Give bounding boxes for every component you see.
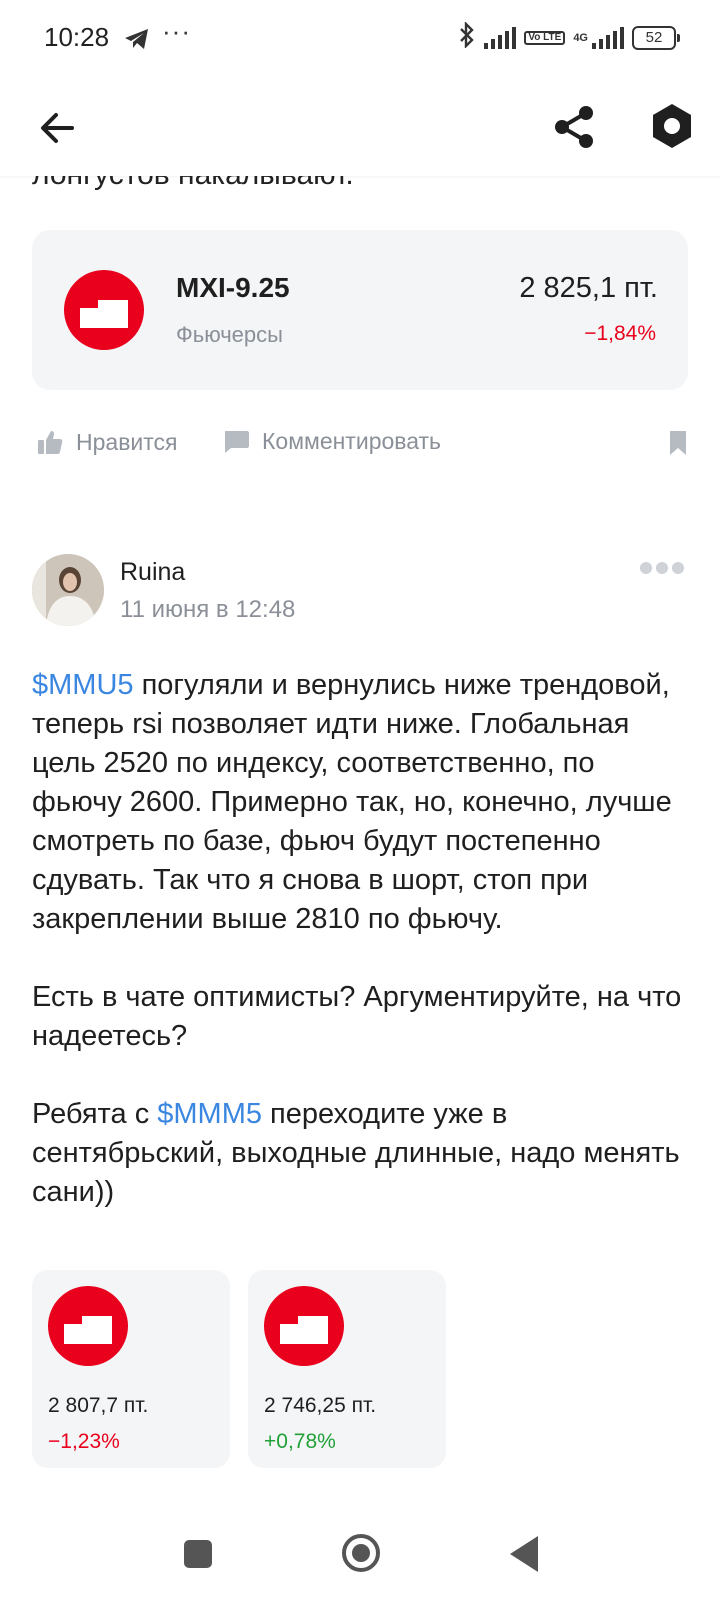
post-paragraph: $MMU5 погуляли и вернулись ниже трендово…	[32, 666, 692, 939]
system-nav-bar	[0, 1500, 720, 1600]
share-button[interactable]	[550, 102, 600, 152]
post-date: 11 июня в 12:48	[120, 596, 296, 623]
comment-button[interactable]: Комментировать	[222, 428, 441, 455]
back-button[interactable]	[34, 104, 82, 152]
arrow-left-icon	[41, 113, 74, 143]
instrument-change: −1,84%	[584, 322, 656, 345]
telegram-icon	[124, 28, 150, 55]
more-notifications-icon: ···	[162, 16, 191, 46]
post-paragraph-text: погуляли и вернулись ниже трендовой, теп…	[32, 669, 672, 935]
avatar[interactable]	[32, 554, 104, 626]
status-time: 10:28	[44, 22, 110, 52]
more-options-button[interactable]	[640, 562, 684, 574]
mini-card-price: 2 807,7 пт.	[48, 1394, 149, 1417]
author-name[interactable]: Ruina	[120, 558, 185, 587]
comment-icon	[225, 430, 249, 453]
instrument-ticker: MXI-9.25	[176, 272, 290, 303]
post-paragraph: Ребята с $MMM5 переходите уже в сентябрь…	[32, 1095, 692, 1212]
bluetooth-icon	[458, 21, 476, 53]
instrument-card[interactable]: MXI-9.25 Фьючерсы 2 825,1 пт. −1,84%	[32, 230, 688, 390]
signal-icon-2	[592, 26, 624, 49]
ticker-link-mmu5[interactable]: $MMU5	[32, 669, 134, 701]
mini-card-price: 2 746,25 пт.	[264, 1394, 377, 1417]
back-triangle-icon[interactable]	[510, 1536, 538, 1572]
mini-instrument-card[interactable]: 2 746,25 пт. +0,78%	[248, 1270, 446, 1468]
battery-icon: 52	[632, 25, 680, 50]
home-icon[interactable]	[342, 1534, 380, 1572]
signal-icon	[484, 26, 517, 49]
app-bar	[0, 80, 720, 176]
post-body: $MMU5 погуляли и вернулись ниже трендово…	[32, 666, 692, 1251]
moex-logo-icon	[48, 1286, 128, 1366]
mini-card-change: +0,78%	[264, 1430, 336, 1453]
network-type: 4G	[573, 31, 588, 44]
post-paragraph-text: Ребята с	[32, 1098, 158, 1130]
post-paragraph-text: Есть в чате оптимисты? Аргументируйте, н…	[32, 981, 682, 1052]
bookmark-button[interactable]	[668, 430, 688, 456]
like-label: Нравится	[76, 428, 178, 455]
thumbs-up-icon	[38, 431, 63, 454]
post-actions: Нравится Комментировать	[36, 428, 688, 468]
bookmark-icon	[670, 431, 686, 455]
gear-icon	[653, 104, 691, 148]
moex-logo-icon	[64, 270, 144, 350]
instrument-type: Фьючерсы	[176, 322, 283, 347]
volte-icon: Vo LTE	[524, 30, 566, 45]
mini-card-change: −1,23%	[48, 1430, 120, 1453]
instrument-price: 2 825,1 пт.	[519, 272, 658, 304]
share-icon	[555, 106, 593, 148]
like-button[interactable]: Нравится	[36, 428, 178, 456]
recent-apps-icon[interactable]	[184, 1540, 212, 1568]
status-bar: 10:28 ··· Vo LTE 4G 52	[0, 0, 720, 80]
mini-instrument-card[interactable]: 2 807,7 пт. −1,23%	[32, 1270, 230, 1468]
ticker-link-mmm5[interactable]: $MMM5	[157, 1098, 262, 1130]
moex-logo-icon	[264, 1286, 344, 1366]
settings-button[interactable]	[646, 100, 698, 152]
comment-label: Комментировать	[262, 428, 442, 454]
post-paragraph: Есть в чате оптимисты? Аргументируйте, н…	[32, 978, 692, 1056]
